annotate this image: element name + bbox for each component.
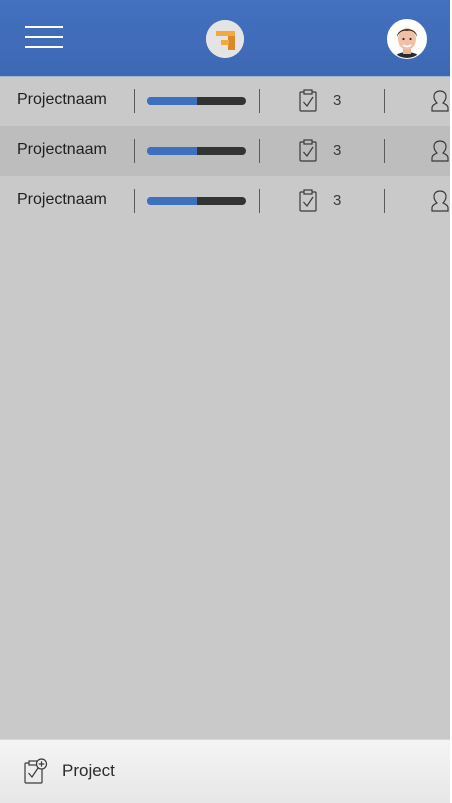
add-project-button[interactable]: Project: [0, 739, 450, 803]
project-name: Projectnaam: [17, 141, 107, 158]
project-row[interactable]: Projectnaam 3: [0, 176, 450, 226]
column-divider: [384, 189, 385, 213]
clipboard-check-icon: [299, 139, 317, 162]
person-icon: [431, 190, 449, 212]
project-progress-bar: [147, 197, 246, 205]
person-icon: [431, 140, 449, 162]
column-divider: [259, 89, 260, 113]
project-row[interactable]: Projectnaam 3: [0, 126, 450, 176]
hamburger-menu-icon[interactable]: [25, 24, 63, 50]
clipboard-check-icon: [299, 89, 317, 112]
user-avatar[interactable]: [387, 19, 427, 59]
column-divider: [134, 189, 135, 213]
progress-fill: [147, 97, 197, 105]
project-progress-bar: [147, 147, 246, 155]
app-logo-icon: [206, 20, 244, 58]
clipboard-add-icon: [24, 758, 48, 784]
project-progress-bar: [147, 97, 246, 105]
project-name: Projectnaam: [17, 91, 107, 108]
column-divider: [134, 139, 135, 163]
column-divider: [134, 89, 135, 113]
app-screen: Projectnaam 3 Projectnaam 3 Projectnaam …: [0, 0, 450, 803]
progress-fill: [147, 197, 197, 205]
column-divider: [384, 139, 385, 163]
task-count: 3: [333, 92, 342, 109]
clipboard-check-icon: [299, 189, 317, 212]
project-row[interactable]: Projectnaam 3: [0, 76, 450, 126]
progress-fill: [147, 147, 197, 155]
person-icon: [431, 90, 449, 112]
column-divider: [259, 139, 260, 163]
column-divider: [384, 89, 385, 113]
task-count: 3: [333, 142, 342, 159]
column-divider: [259, 189, 260, 213]
add-project-label: Project: [62, 761, 115, 780]
task-count: 3: [333, 192, 342, 209]
project-name: Projectnaam: [17, 191, 107, 208]
app-header: [0, 0, 450, 77]
